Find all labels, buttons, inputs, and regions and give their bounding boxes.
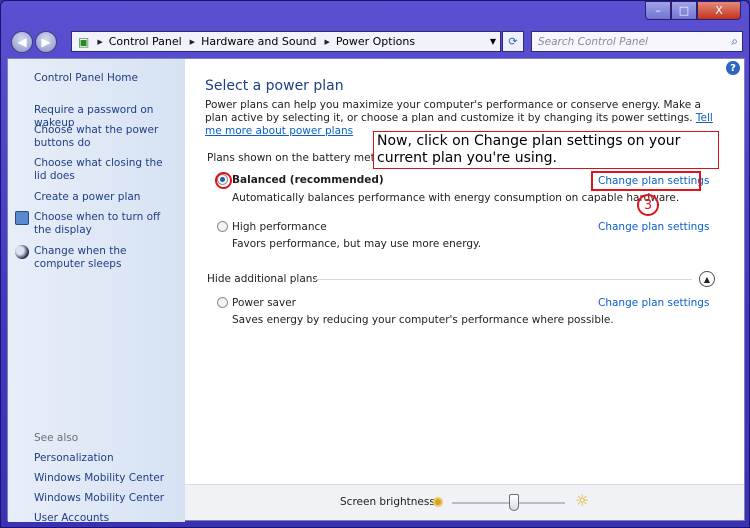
breadcrumb-hardware-sound[interactable]: Hardware and Sound: [201, 35, 316, 48]
sidebar-user-accounts[interactable]: User Accounts: [34, 512, 184, 525]
bright-sun-icon: ☼: [575, 491, 590, 510]
moon-icon: [15, 245, 29, 259]
search-input[interactable]: Search Control Panel ⌕: [531, 31, 743, 52]
address-bar[interactable]: ▣ ▶ Control Panel ▶ Hardware and Sound ▶…: [71, 31, 501, 52]
plan-high-performance[interactable]: High performance: [217, 221, 327, 233]
annotation-circle-radio: [215, 172, 232, 189]
forward-button[interactable]: ▶: [35, 31, 57, 53]
annotation-callout: Now, click on Change plan settings on yo…: [373, 131, 719, 169]
change-plan-settings-saver[interactable]: Change plan settings: [598, 297, 709, 309]
refresh-button[interactable]: ⟳: [502, 31, 524, 52]
breadcrumb-arrow-icon: ▶: [97, 37, 103, 46]
sidebar-item-lid[interactable]: Choose what closing the lid does: [34, 157, 169, 183]
sidebar-mobility-center[interactable]: Windows Mobility Center: [34, 492, 184, 505]
search-placeholder: Search Control Panel: [538, 35, 648, 48]
annotation-highlight-box: [591, 171, 701, 191]
battery-meter-section: Plans shown on the battery meter: [207, 152, 386, 164]
brightness-slider[interactable]: [452, 494, 565, 511]
window: – □ X ◀ ▶ ▣ ▶ Control Panel ▶ Hardware a…: [0, 0, 750, 528]
brightness-label: Screen brightness:: [340, 496, 439, 508]
back-button[interactable]: ◀: [11, 31, 33, 53]
display-clock-icon: [15, 211, 29, 225]
change-plan-settings-high[interactable]: Change plan settings: [598, 221, 709, 233]
maximize-button[interactable]: □: [671, 1, 697, 20]
breadcrumb-control-panel[interactable]: Control Panel: [109, 35, 182, 48]
sidebar-item-power-buttons[interactable]: Choose what the power buttons do: [34, 124, 159, 150]
sidebar-bottom: Windows Mobility Center User Accounts: [8, 484, 185, 525]
plan-description: Saves energy by reducing your computer's…: [232, 314, 614, 326]
sidebar-home-link[interactable]: Control Panel Home: [34, 72, 184, 85]
caption-buttons: – □ X: [645, 1, 741, 20]
divider: [315, 279, 692, 280]
help-icon[interactable]: ?: [726, 61, 740, 75]
plan-description: Favors performance, but may use more ene…: [232, 238, 482, 250]
hide-plans-section[interactable]: Hide additional plans: [207, 273, 318, 285]
close-button[interactable]: X: [697, 1, 741, 20]
control-panel-icon: ▣: [78, 34, 90, 49]
plan-balanced[interactable]: Balanced (recommended): [217, 174, 384, 186]
sidebar: Control Panel Home Require a password on…: [8, 59, 185, 504]
sidebar-item-sleep[interactable]: Change when the computer sleeps: [34, 245, 174, 271]
sidebar-item-create-plan[interactable]: Create a power plan: [34, 191, 184, 204]
address-dropdown-icon[interactable]: ▼: [490, 37, 496, 46]
brightness-slider-thumb[interactable]: [509, 494, 520, 511]
radio-high-performance[interactable]: [217, 221, 228, 232]
breadcrumb-arrow-icon: ▶: [324, 37, 330, 46]
plan-power-saver[interactable]: Power saver: [217, 297, 296, 309]
content-area: Control Panel Home Require a password on…: [7, 58, 745, 525]
page-title: Select a power plan: [205, 78, 344, 94]
breadcrumb-power-options[interactable]: Power Options: [336, 35, 415, 48]
sidebar-item-display-off[interactable]: Choose when to turn off the display: [34, 211, 174, 237]
collapse-chevron-icon[interactable]: ▲: [699, 271, 715, 287]
plan-description: Automatically balances performance with …: [232, 192, 680, 204]
sidebar-personalization[interactable]: Personalization: [34, 452, 184, 465]
minimize-button[interactable]: –: [645, 1, 671, 20]
brightness-bar: Screen brightness: ☼: [185, 484, 744, 520]
dim-brightness-icon: [433, 497, 443, 507]
annotation-step-number: 3: [637, 194, 659, 216]
see-also-heading: See also: [34, 432, 79, 444]
radio-power-saver[interactable]: [217, 297, 228, 308]
breadcrumb-arrow-icon: ▶: [189, 37, 196, 46]
search-icon[interactable]: ⌕: [731, 34, 738, 49]
